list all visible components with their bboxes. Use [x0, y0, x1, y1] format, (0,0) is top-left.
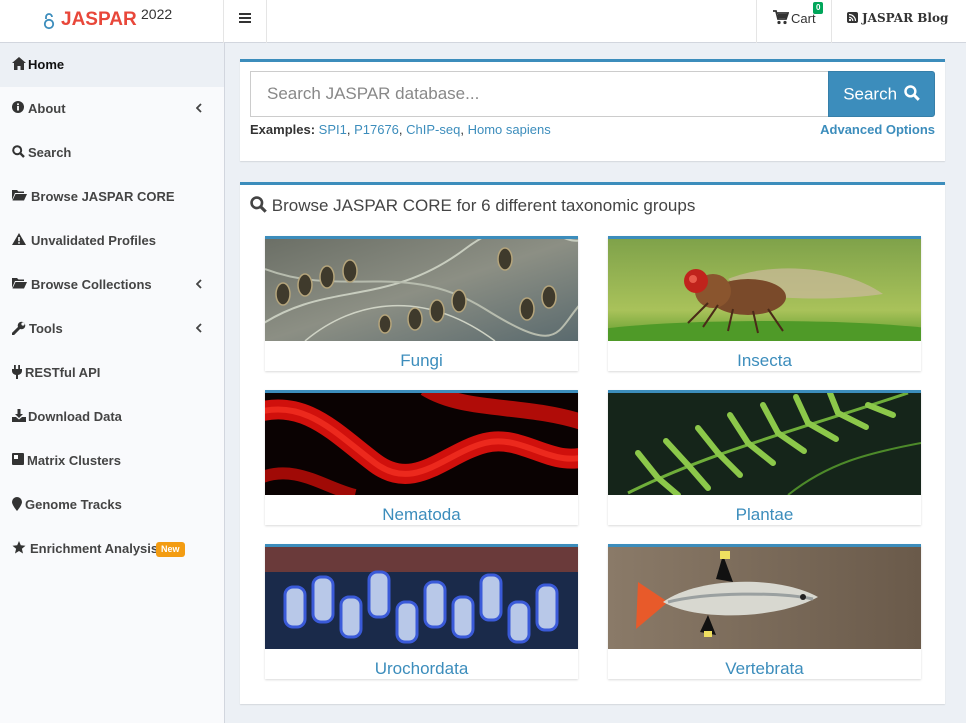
download-icon — [12, 409, 26, 422]
sidebar-item-label: Genome Tracks — [25, 497, 122, 512]
example-link[interactable]: P17676 — [354, 122, 399, 137]
sidebar-item-home[interactable]: Home — [0, 43, 224, 87]
taxon-label: Urochordata — [374, 659, 469, 678]
sidebar-item-label: Browse JASPAR CORE — [31, 189, 175, 204]
blog-link[interactable]: JASPAR Blog — [831, 0, 966, 43]
cart-count-badge: 0 — [813, 2, 824, 14]
advanced-options-link[interactable]: Advanced Options — [820, 122, 935, 137]
browse-title-text: Browse JASPAR CORE for 6 different taxon… — [271, 196, 696, 215]
search-icon — [904, 84, 920, 101]
logo-icon — [43, 13, 55, 30]
sidebar-item-about[interactable]: About — [0, 87, 224, 131]
sidebar-item-search[interactable]: Search — [0, 131, 224, 175]
search-icon — [250, 196, 267, 213]
sidebar-item-browse-core[interactable]: Browse JASPAR CORE — [0, 175, 224, 219]
home-icon — [12, 57, 26, 70]
taxon-label: Insecta — [737, 351, 792, 370]
example-link[interactable]: SPI1 — [319, 122, 347, 137]
sidebar-item-label: Enrichment Analysis — [30, 541, 159, 556]
nematoda-image — [265, 393, 578, 495]
wrench-icon — [12, 321, 26, 335]
sidebar: Home About Search Browse JASPAR CORE Unv… — [0, 43, 225, 723]
vertebrata-image — [608, 547, 921, 649]
info-circle-icon — [12, 101, 24, 113]
taxon-tile-insecta[interactable]: Insecta — [608, 236, 921, 371]
examples-label: Examples: — [250, 122, 316, 137]
sidebar-toggle-button[interactable] — [224, 0, 267, 43]
sidebar-item-label: Download Data — [28, 409, 122, 424]
insecta-image — [608, 239, 921, 341]
search-icon — [12, 145, 25, 158]
search-examples: Examples: SPI1, P17676, ChIP-seq, Homo s… — [250, 122, 551, 137]
sidebar-item-label: Tools — [29, 321, 63, 336]
logo-text: JASPAR — [61, 9, 137, 30]
search-input[interactable] — [250, 71, 829, 117]
sidebar-item-label: Browse Collections — [31, 277, 152, 292]
plug-icon — [12, 365, 22, 379]
cart-label: Cart — [791, 11, 816, 26]
sidebar-item-label: RESTful API — [25, 365, 101, 380]
folder-open-icon — [12, 190, 27, 201]
browse-panel: Browse JASPAR CORE for 6 different taxon… — [240, 182, 945, 704]
sidebar-item-label: Search — [28, 145, 72, 160]
taxon-tile-vertebrata[interactable]: Vertebrata — [608, 544, 921, 679]
sidebar-item-enrichment[interactable]: Enrichment Analysis New — [0, 527, 224, 571]
urochordata-image — [265, 547, 578, 649]
taxon-tile-urochordata[interactable]: Urochordata — [265, 544, 578, 679]
bars-icon — [239, 13, 251, 23]
taxon-label: Nematoda — [382, 505, 461, 524]
logo[interactable]: JASPAR 2022 — [0, 0, 224, 43]
taxon-tile-fungi[interactable]: Fungi — [265, 236, 578, 371]
map-marker-icon — [12, 497, 22, 511]
chevron-left-icon — [196, 103, 202, 113]
taxon-tile-nematoda[interactable]: Nematoda — [265, 390, 578, 525]
blog-label: JASPAR Blog — [862, 11, 949, 25]
logo-year: 2022 — [141, 6, 173, 22]
sidebar-item-unvalidated[interactable]: Unvalidated Profiles — [0, 219, 224, 263]
chevron-left-icon — [196, 279, 202, 289]
taxon-label: Plantae — [735, 505, 794, 524]
rss-square-icon — [847, 12, 858, 23]
folder-open-icon — [12, 278, 27, 289]
sidebar-item-label: Matrix Clusters — [27, 453, 121, 468]
cubes-icon — [12, 453, 24, 465]
fungi-image — [265, 239, 578, 341]
browse-title: Browse JASPAR CORE for 6 different taxon… — [250, 196, 695, 216]
sidebar-item-browse-collections[interactable]: Browse Collections — [0, 263, 224, 307]
sidebar-item-tools[interactable]: Tools — [0, 307, 224, 351]
sidebar-item-genome-tracks[interactable]: Genome Tracks — [0, 483, 224, 527]
chevron-left-icon — [196, 323, 202, 333]
taxon-label: Fungi — [400, 351, 443, 370]
search-panel: Search Examples: SPI1, P17676, ChIP-seq,… — [240, 59, 945, 161]
warning-icon — [12, 233, 26, 245]
example-link[interactable]: ChIP-seq — [406, 122, 460, 137]
example-link[interactable]: Homo sapiens — [468, 122, 551, 137]
shopping-cart-icon — [773, 10, 789, 25]
search-button-label: Search — [843, 84, 898, 104]
sidebar-item-label: Unvalidated Profiles — [31, 233, 156, 248]
top-navbar: JASPAR 2022 Cart 0 JASPAR Blog — [0, 0, 966, 43]
sidebar-item-matrix-clusters[interactable]: Matrix Clusters — [0, 439, 224, 483]
star-icon — [12, 541, 26, 554]
taxon-tile-plantae[interactable]: Plantae — [608, 390, 921, 525]
sidebar-item-download[interactable]: Download Data — [0, 395, 224, 439]
plantae-image — [608, 393, 921, 495]
sidebar-item-label: Home — [28, 57, 65, 72]
cart-button[interactable]: Cart 0 — [756, 0, 831, 43]
taxon-label: Vertebrata — [725, 659, 804, 678]
sidebar-item-restful-api[interactable]: RESTful API — [0, 351, 224, 395]
search-button[interactable]: Search — [828, 71, 935, 117]
sidebar-item-label: About — [28, 101, 66, 116]
new-badge: New — [156, 542, 185, 557]
